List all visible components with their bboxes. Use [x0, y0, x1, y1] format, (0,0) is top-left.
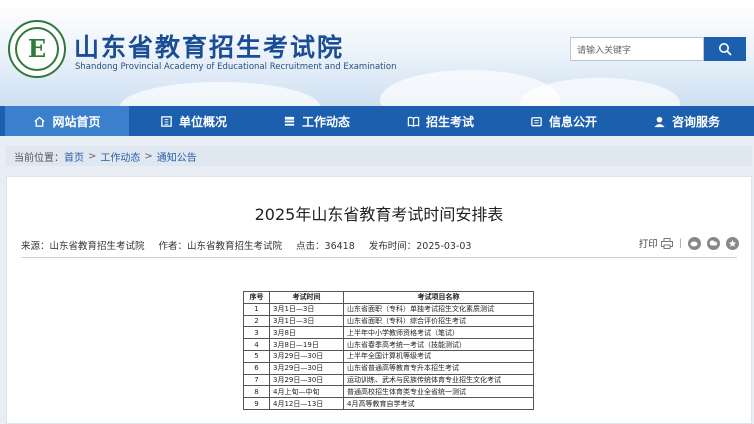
home-icon	[34, 115, 46, 127]
table-row: 3 3月8日 上半年中小学教师资格考试（笔试）	[243, 326, 534, 340]
breadcrumb-prefix: 当前位置：	[14, 152, 64, 164]
cell-index: 6	[243, 361, 270, 375]
table-body: 1 3月1日—3日 山东省面职（专科）单独考试招生文化素质测试 2 3月1日—3日 山东省…	[243, 302, 534, 410]
article-meta: 来源：山东省教育招生考试院 作者：山东省教育招生考试院 点击：36418 发布时…	[21, 238, 485, 252]
cell-index: 8	[243, 385, 270, 399]
nav-item-label: 咨询服务	[672, 114, 721, 129]
table-row: 8 4月上旬—中旬 普通高校招生体育类专业全省统一测试	[243, 385, 534, 399]
cell-name: 4月高等教育自学考试	[343, 397, 534, 410]
cell-name: 上半年全国计算机等级考试	[343, 349, 534, 363]
document-icon	[531, 116, 542, 126]
weibo-share-icon[interactable]	[688, 236, 701, 250]
nav-item-news[interactable]: 工作动态	[283, 106, 350, 136]
tools-divider: |	[678, 237, 682, 249]
printer-icon	[660, 237, 673, 249]
nav-item-consult[interactable]: 咨询服务	[653, 106, 720, 136]
search-placeholder: 请输入关键字	[577, 45, 632, 56]
table-row: 2 3月1日—3日 山东省面职（专科）综合评价招生考试	[243, 314, 534, 328]
column-header-time: 考试时间	[269, 291, 344, 304]
nav-item-label: 信息公开	[549, 114, 598, 129]
table-row: 7 3月29日—30日 运动训练、武术与民族传统体育专业招生文化考试	[243, 373, 534, 387]
cell-name: 山东省面职（专科）综合评价招生考试	[343, 314, 534, 328]
breadcrumb-link-home[interactable]: 首页	[64, 149, 84, 164]
meta-divider	[21, 257, 737, 258]
nav-item-label: 招生考试	[426, 114, 475, 129]
table-row: 1 3月1日—3日 山东省面职（专科）单独考试招生文化素质测试	[243, 302, 534, 316]
print-button[interactable]: 打印	[639, 236, 673, 250]
article-tools: 打印 |	[639, 236, 739, 250]
cell-time: 3月1日—3日	[269, 302, 344, 316]
table-header-row: 序号 考试时间 考试项目名称	[243, 291, 534, 304]
nav-item-disclosure[interactable]: 信息公开	[530, 106, 597, 136]
breadcrumb: 当前位置： 首页 > 工作动态 > 通知公告	[6, 146, 752, 166]
nav-item-label: 工作动态	[302, 114, 351, 129]
cell-name: 山东省普通高等教育专升本招生考试	[343, 361, 534, 375]
cell-time: 4月12日—13日	[269, 397, 344, 410]
nav-item-exams[interactable]: 招生考试	[407, 106, 474, 136]
cell-index: 9	[243, 397, 270, 410]
cell-time: 3月29日—30日	[269, 373, 344, 387]
favorite-share-icon[interactable]	[726, 236, 739, 250]
article-source: 来源：山东省教育招生考试院	[21, 241, 145, 252]
article-clicks: 点击：36418	[296, 241, 355, 252]
header-cloud-decoration	[120, 82, 320, 106]
breadcrumb-link-news[interactable]: 工作动态	[100, 149, 140, 164]
cell-time: 4月上旬—中旬	[269, 385, 344, 399]
exam-schedule-table: 序号 考试时间 考试项目名称 1 3月1日—3日 山东省面职（专科）单独考试招生文化…	[243, 291, 534, 410]
breadcrumb-separator: >	[88, 150, 97, 162]
site-title[interactable]: 山东省教育招生考试院	[74, 28, 344, 64]
article-container: 2025年山东省教育考试时间安排表 来源：山东省教育招生考试院 作者：山东省教育…	[6, 176, 752, 424]
site-header: E 山东省教育招生考试院 Shandong Provincial Academy…	[0, 0, 754, 106]
search-button[interactable]	[704, 37, 746, 61]
cell-index: 1	[243, 302, 270, 316]
breadcrumb-link-notices[interactable]: 通知公告	[157, 149, 197, 164]
user-support-icon	[654, 116, 665, 127]
book-icon	[407, 116, 420, 127]
cell-name: 运动训练、武术与民族传统体育专业招生文化考试	[343, 373, 534, 387]
cell-name: 普通高校招生体育类专业全省统一测试	[343, 385, 534, 399]
cell-name: 山东省面职（专科）单独考试招生文化素质测试	[343, 302, 534, 316]
cell-time: 3月1日—3日	[269, 314, 344, 328]
cell-time: 3月8日—19日	[269, 338, 344, 351]
cell-index: 3	[243, 326, 270, 340]
nav-item-label: 网站首页	[52, 114, 101, 129]
article-publish-time: 发布时间：2025-03-03	[368, 241, 472, 252]
print-label: 打印	[638, 239, 658, 250]
nav-item-label: 单位概况	[179, 114, 228, 129]
cell-index: 2	[243, 314, 270, 328]
article-author: 作者：山东省教育招生考试院	[158, 241, 283, 252]
cell-time: 3月8日	[269, 326, 344, 340]
logo-letter: E	[27, 34, 47, 63]
list-icon	[284, 116, 295, 126]
table-row: 9 4月12日—13日 4月高等教育自学考试	[243, 397, 534, 410]
cell-time: 3月29日—30日	[269, 361, 344, 375]
nav-item-home[interactable]: 网站首页	[5, 106, 129, 136]
search-input[interactable]: 请输入关键字	[570, 37, 704, 61]
wechat-share-icon[interactable]	[707, 236, 720, 250]
building-icon	[161, 115, 172, 127]
cell-index: 4	[243, 338, 270, 351]
column-header-index: 序号	[243, 291, 270, 304]
cell-index: 7	[243, 373, 270, 387]
column-header-name: 考试项目名称	[343, 291, 534, 304]
cell-name: 上半年中小学教师资格考试（笔试）	[343, 326, 534, 340]
search-icon	[719, 43, 732, 56]
breadcrumb-separator: >	[144, 150, 153, 162]
cell-time: 3月29日—30日	[269, 349, 344, 363]
table-row: 4 3月8日—19日 山东省春季高考统一考试（技能测试）	[243, 338, 534, 351]
site-logo[interactable]: E	[8, 20, 66, 78]
cell-index: 5	[243, 349, 270, 363]
table-row: 6 3月29日—30日 山东省普通高等教育专升本招生考试	[243, 361, 534, 375]
nav-item-about[interactable]: 单位概况	[160, 106, 227, 136]
cell-name: 山东省春季高考统一考试（技能测试）	[343, 338, 534, 351]
table-row: 5 3月29日—30日 上半年全国计算机等级考试	[243, 349, 534, 363]
site-subtitle: Shandong Provincial Academy of Education…	[75, 62, 397, 72]
main-nav: 网站首页 单位概况 工作动态 招生考试 信息公开 咨询服务	[0, 106, 754, 136]
article-title: 2025年山东省教育考试时间安排表	[254, 205, 504, 224]
